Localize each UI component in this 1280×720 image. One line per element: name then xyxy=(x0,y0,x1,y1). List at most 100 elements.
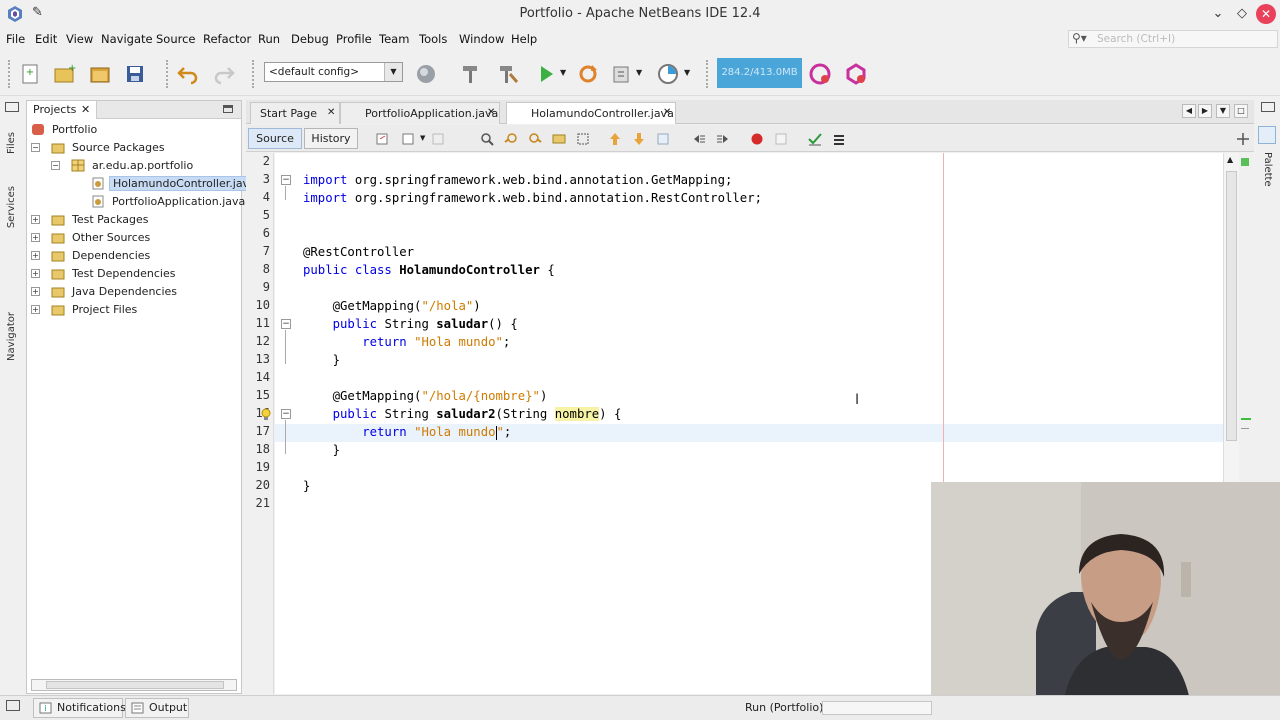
menu-navigate[interactable]: Navigate xyxy=(101,32,153,46)
close-tab-icon[interactable]: ✕ xyxy=(81,103,90,116)
profile-project-icon[interactable] xyxy=(656,62,680,86)
expand-icon[interactable]: + xyxy=(31,233,40,242)
debug-reload-icon[interactable] xyxy=(576,62,600,86)
tab-start-page[interactable]: Start Page ✕ xyxy=(250,102,340,124)
menu-profile[interactable]: Profile xyxy=(336,32,372,46)
restore-window-icon[interactable] xyxy=(6,700,20,711)
tab-portfolio-application[interactable]: PortfolioApplication.java ✕ xyxy=(340,102,500,124)
history-button[interactable]: History xyxy=(304,128,358,149)
menu-edit[interactable]: Edit xyxy=(35,32,57,46)
find-icon[interactable] xyxy=(480,132,494,146)
debug-dropdown-icon[interactable]: ▼ xyxy=(636,68,642,77)
menu-file[interactable]: File xyxy=(6,32,25,46)
collapse-icon[interactable]: − xyxy=(31,143,40,152)
scroll-tabs-right-icon[interactable]: ▶ xyxy=(1198,104,1212,118)
close-tab-icon[interactable]: ✕ xyxy=(327,107,335,118)
previous-bookmark-icon[interactable] xyxy=(608,132,622,146)
lightbulb-hint-icon[interactable] xyxy=(259,407,273,421)
navigator-side-tab[interactable]: Navigator xyxy=(6,312,17,361)
java-file-icon xyxy=(92,195,104,208)
toggle-bookmark-icon[interactable] xyxy=(656,132,670,146)
fold-icon[interactable]: − xyxy=(281,175,291,185)
save-all-icon[interactable] xyxy=(124,62,148,86)
scroll-tabs-left-icon[interactable]: ◀ xyxy=(1182,104,1196,118)
projects-tab[interactable]: Projects ✕ xyxy=(27,101,97,119)
menu-refactor[interactable]: Refactor xyxy=(203,32,251,46)
redo-icon[interactable] xyxy=(212,62,236,86)
profiler-snapshot-icon[interactable] xyxy=(844,62,868,86)
new-project-icon[interactable]: + xyxy=(52,62,76,86)
run-progress-bar[interactable] xyxy=(822,701,932,715)
editor-vertical-scrollbar[interactable]: ▲ xyxy=(1223,153,1239,483)
expand-icon[interactable]: + xyxy=(31,287,40,296)
palette-side-tab[interactable]: Palette xyxy=(1262,152,1273,187)
toggle-rectangular-selection-icon[interactable] xyxy=(576,132,590,146)
profile-dropdown-icon[interactable]: ▼ xyxy=(684,68,690,77)
scroll-up-icon[interactable]: ▲ xyxy=(1227,155,1233,164)
expand-icon[interactable]: + xyxy=(31,269,40,278)
scrollbar-thumb[interactable] xyxy=(46,681,224,689)
close-icon[interactable]: ✕ xyxy=(1256,4,1276,24)
search-input[interactable]: ⚲▾ Search (Ctrl+I) xyxy=(1068,30,1278,48)
next-bookmark-icon[interactable] xyxy=(632,132,646,146)
collapse-icon[interactable]: − xyxy=(51,161,60,170)
expand-icon[interactable]: + xyxy=(31,305,40,314)
back-dropdown-icon[interactable]: ▼ xyxy=(420,134,425,142)
build-hammer-icon[interactable] xyxy=(458,62,482,86)
menu-run[interactable]: Run xyxy=(258,32,280,46)
maximize-window-icon[interactable]: □ xyxy=(1234,104,1248,118)
undo-icon[interactable] xyxy=(176,62,200,86)
menu-source[interactable]: Source xyxy=(156,32,196,46)
fold-icon[interactable]: − xyxy=(281,319,291,329)
menu-view[interactable]: View xyxy=(66,32,93,46)
check-syntax-icon[interactable] xyxy=(808,132,822,146)
last-edit-icon[interactable] xyxy=(376,132,390,146)
horizontal-scrollbar[interactable] xyxy=(31,679,237,691)
open-project-icon[interactable] xyxy=(88,62,112,86)
run-tests-icon[interactable] xyxy=(832,132,846,146)
start-macro-recording-icon[interactable] xyxy=(750,132,764,146)
palette-icon[interactable] xyxy=(1258,126,1276,144)
maximize-icon[interactable]: ◇ xyxy=(1232,4,1252,24)
restore-window-icon[interactable] xyxy=(5,102,19,112)
menu-debug[interactable]: Debug xyxy=(291,32,329,46)
find-previous-icon[interactable] xyxy=(504,132,518,146)
gc-icon[interactable] xyxy=(808,62,832,86)
globe-icon[interactable] xyxy=(414,62,438,86)
clean-build-icon[interactable] xyxy=(496,62,520,86)
tab-holamundo-controller[interactable]: HolamundoController.java ✕ xyxy=(506,102,676,124)
notifications-button[interactable]: i Notifications xyxy=(33,698,126,718)
shift-right-icon[interactable] xyxy=(716,132,730,146)
expand-icon[interactable]: + xyxy=(31,251,40,260)
menu-tools[interactable]: Tools xyxy=(419,32,447,46)
toggle-highlight-icon[interactable] xyxy=(552,132,566,146)
forward-icon[interactable] xyxy=(432,132,446,146)
memory-indicator[interactable]: 284.2/413.0MB xyxy=(717,58,802,88)
find-next-icon[interactable] xyxy=(528,132,542,146)
shift-left-icon[interactable] xyxy=(692,132,706,146)
run-dropdown-icon[interactable]: ▼ xyxy=(560,68,566,77)
restore-window-icon[interactable] xyxy=(1261,102,1275,112)
minimize-icon[interactable]: ⌄ xyxy=(1208,4,1228,24)
source-button[interactable]: Source xyxy=(248,128,302,149)
show-open-documents-icon[interactable]: ▼ xyxy=(1216,104,1230,118)
files-side-tab[interactable]: Files xyxy=(6,132,17,154)
fold-icon[interactable]: − xyxy=(281,409,291,419)
services-side-tab[interactable]: Services xyxy=(6,186,17,228)
run-project-icon[interactable] xyxy=(534,62,558,86)
new-file-icon[interactable]: + xyxy=(18,62,42,86)
debug-project-icon[interactable] xyxy=(610,62,634,86)
stop-macro-recording-icon[interactable] xyxy=(774,132,788,146)
close-tab-icon[interactable]: ✕ xyxy=(663,107,671,118)
menu-help[interactable]: Help xyxy=(511,32,537,46)
scrollbar-thumb[interactable] xyxy=(1226,171,1237,441)
split-editor-icon[interactable] xyxy=(1236,132,1250,146)
back-icon[interactable] xyxy=(402,132,416,146)
close-tab-icon[interactable]: ✕ xyxy=(487,107,495,118)
output-button[interactable]: Output xyxy=(125,698,189,718)
expand-icon[interactable]: + xyxy=(31,215,40,224)
menu-team[interactable]: Team xyxy=(379,32,409,46)
menu-window[interactable]: Window xyxy=(459,32,504,46)
config-select[interactable]: <default config> ▼ xyxy=(264,62,403,82)
minimize-panel-icon[interactable] xyxy=(223,105,233,113)
